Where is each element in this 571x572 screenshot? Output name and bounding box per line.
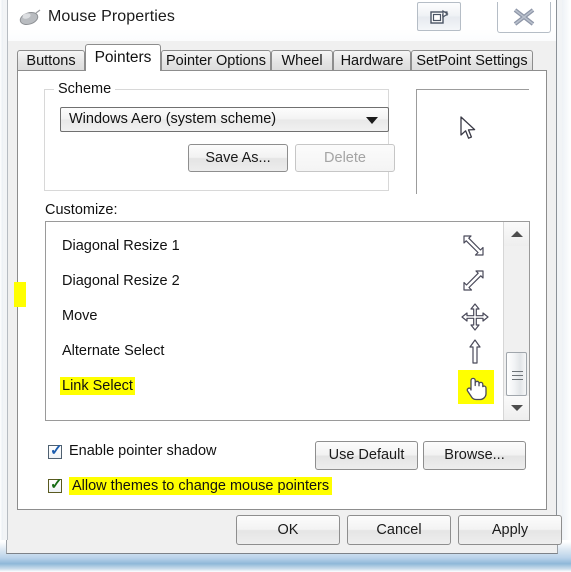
alternate-select-cursor <box>460 337 490 367</box>
list-item[interactable]: Link Select <box>46 370 502 405</box>
cancel-button[interactable]: Cancel <box>347 515 451 545</box>
dialog-body: Mouse Properties Buttons Pointers Pointe… <box>8 0 562 553</box>
scrollbar-grip-icon <box>512 371 523 380</box>
list-scrollbar[interactable] <box>503 222 529 420</box>
tab-strip: Buttons Pointers Pointer Options Wheel H… <box>8 41 556 71</box>
tab-hardware[interactable]: Hardware <box>333 50 411 71</box>
customize-label: Customize: <box>45 202 118 218</box>
frame-right-edge <box>562 0 571 556</box>
allow-themes-row[interactable]: ✓ Allow themes to change mouse pointers <box>48 476 333 495</box>
ok-button[interactable]: OK <box>236 515 340 545</box>
list-item-label: Link Select <box>60 377 135 395</box>
resize-nwse-cursor <box>460 232 490 262</box>
resize-nesw-cursor <box>460 267 490 297</box>
save-as-button[interactable]: Save As... <box>188 144 288 172</box>
scroll-up-arrow-icon[interactable] <box>504 222 529 246</box>
enable-pointer-shadow-checkbox[interactable]: ✓ <box>48 442 63 459</box>
window-title: Mouse Properties <box>48 8 175 25</box>
pointer-list[interactable]: Diagonal Resize 1 Diagonal Resize 2 Move… <box>45 221 530 421</box>
scrollbar-thumb[interactable] <box>506 352 527 396</box>
list-item-label: Alternate Select <box>62 343 165 359</box>
list-item[interactable]: Move <box>46 300 502 335</box>
use-default-button[interactable]: Use Default <box>315 441 418 470</box>
scroll-down-arrow-icon[interactable] <box>504 396 529 420</box>
move-cursor <box>460 302 490 332</box>
delete-button: Delete <box>295 144 395 172</box>
close-icon[interactable] <box>497 2 551 33</box>
apply-button[interactable]: Apply <box>458 515 562 545</box>
list-item[interactable]: Diagonal Resize 2 <box>46 265 502 300</box>
allow-themes-checkbox[interactable]: ✓ <box>48 476 63 493</box>
arrow-cursor <box>459 116 479 147</box>
tab-setpoint-settings[interactable]: SetPoint Settings <box>411 50 533 71</box>
scheme-dropdown[interactable]: Windows Aero (system scheme) <box>60 107 389 132</box>
checkmark-icon: ✓ <box>50 442 63 459</box>
mouse-properties-window: Mouse Properties Buttons Pointers Pointe… <box>0 0 571 572</box>
browse-button[interactable]: Browse... <box>423 441 526 470</box>
tab-pointer-options[interactable]: Pointer Options <box>161 50 271 71</box>
list-item[interactable]: Alternate Select <box>46 335 502 370</box>
hand-cursor <box>458 370 494 404</box>
list-item[interactable]: Diagonal Resize 1 <box>46 230 502 265</box>
tab-wheel[interactable]: Wheel <box>271 50 333 71</box>
title-bar: Mouse Properties <box>8 0 556 41</box>
tab-buttons[interactable]: Buttons <box>17 50 85 71</box>
tab-pointers[interactable]: Pointers <box>85 44 161 71</box>
scroll-down-glyph <box>510 405 523 411</box>
list-item-label: Diagonal Resize 2 <box>62 273 180 289</box>
enable-pointer-shadow-label: Enable pointer shadow <box>69 443 217 459</box>
mouse-icon <box>18 9 42 29</box>
highlight-mark <box>14 282 26 307</box>
scheme-groupbox <box>44 89 389 191</box>
tab-panel-pointers: Scheme Windows Aero (system scheme) Save… <box>17 70 547 510</box>
scheme-group-label: Scheme <box>54 81 116 97</box>
allow-themes-label: Allow themes to change mouse pointers <box>69 477 333 495</box>
list-item-label: Diagonal Resize 1 <box>62 238 180 254</box>
scroll-up-glyph <box>510 231 523 237</box>
enable-pointer-shadow-row[interactable]: ✓ Enable pointer shadow <box>48 443 217 459</box>
list-item-label: Move <box>62 308 98 324</box>
pointer-preview-box <box>416 89 529 194</box>
checkmark-icon: ✓ <box>50 476 63 493</box>
chevron-down-icon <box>366 117 378 124</box>
scheme-selected-value: Windows Aero (system scheme) <box>69 111 277 127</box>
restore-window-icon[interactable] <box>417 2 461 31</box>
